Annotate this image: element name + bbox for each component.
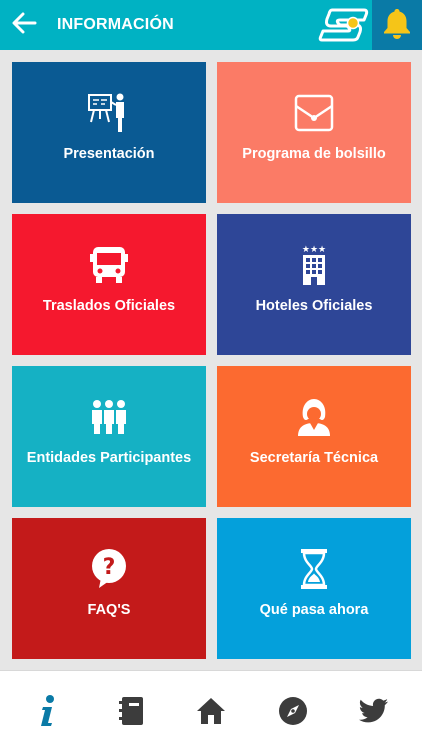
tile-traslados-oficiales[interactable]: Traslados Oficiales bbox=[12, 214, 206, 355]
tile-label: Programa de bolsillo bbox=[242, 146, 386, 162]
tile-label: FAQ'S bbox=[87, 602, 131, 618]
nav-compass-button[interactable] bbox=[273, 695, 313, 731]
tile-presentacion[interactable]: Presentación bbox=[12, 62, 206, 203]
tile-secretaria-tecnica[interactable]: Secretaría Técnica bbox=[217, 366, 411, 507]
twitter-icon bbox=[359, 698, 389, 729]
notifications-button[interactable] bbox=[372, 0, 422, 50]
group-icon bbox=[89, 394, 129, 440]
nav-agenda-button[interactable] bbox=[111, 695, 151, 731]
envelope-icon bbox=[294, 90, 334, 136]
bottom-nav-bar bbox=[0, 670, 422, 750]
home-icon bbox=[196, 697, 226, 730]
tile-entidades-participantes[interactable]: Entidades Participantes bbox=[12, 366, 206, 507]
page-title: INFORMACIÓN bbox=[57, 16, 174, 33]
bell-icon bbox=[382, 7, 412, 44]
tile-hoteles-oficiales[interactable]: ★★★ Hoteles Oficiales bbox=[217, 214, 411, 355]
svg-text:?: ? bbox=[103, 555, 116, 580]
info-icon bbox=[38, 694, 58, 733]
faq-bubble-icon: ? bbox=[89, 546, 129, 592]
tile-faqs[interactable]: ? FAQ'S bbox=[12, 518, 206, 659]
tile-label: Qué pasa ahora bbox=[259, 602, 369, 618]
tile-label: Secretaría Técnica bbox=[249, 450, 379, 466]
back-button[interactable] bbox=[6, 7, 42, 43]
secretary-icon bbox=[294, 394, 334, 440]
tile-que-pasa-ahora[interactable]: Qué pasa ahora bbox=[217, 518, 411, 659]
nav-home-button[interactable] bbox=[191, 695, 231, 731]
compass-icon bbox=[278, 696, 308, 731]
hotel-icon: ★★★ bbox=[298, 242, 330, 288]
tile-label: Hoteles Oficiales bbox=[255, 298, 373, 314]
svg-text:★★★: ★★★ bbox=[302, 245, 326, 255]
hourglass-icon bbox=[299, 546, 329, 592]
bus-icon bbox=[89, 242, 129, 288]
top-app-bar: INFORMACIÓN bbox=[0, 0, 422, 50]
arrow-left-icon bbox=[11, 12, 37, 39]
nav-info-button[interactable] bbox=[28, 694, 68, 733]
tile-label: Presentación bbox=[63, 146, 155, 162]
presentation-icon bbox=[87, 90, 131, 136]
tile-label: Entidades Participantes bbox=[26, 450, 192, 466]
tile-label: Traslados Oficiales bbox=[42, 298, 176, 314]
agenda-icon bbox=[117, 695, 145, 732]
tile-programa-de-bolsillo[interactable]: Programa de bolsillo bbox=[217, 62, 411, 203]
nav-twitter-button[interactable] bbox=[354, 695, 394, 731]
info-menu-grid: Presentación Programa de bolsillo Trasla… bbox=[0, 50, 422, 670]
event-logo bbox=[318, 6, 370, 44]
